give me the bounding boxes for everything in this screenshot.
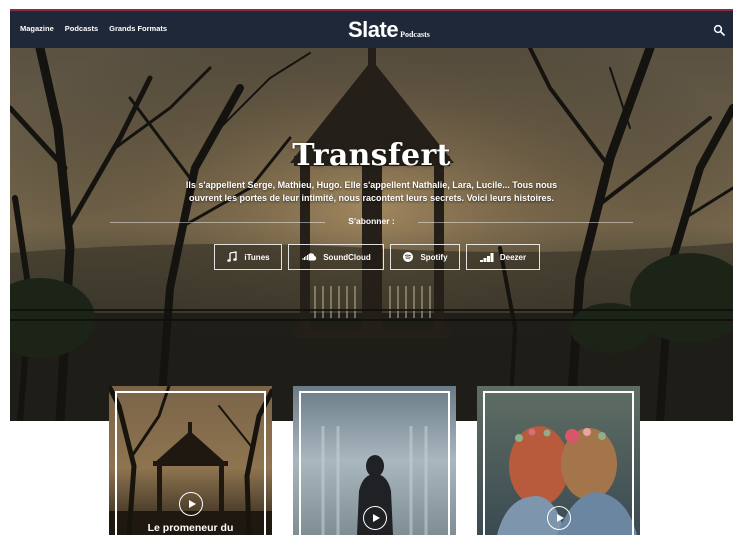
deezer-label: Deezer [499,252,527,262]
episode-card-2-play-button[interactable] [363,506,387,530]
itunes-label: iTunes [244,252,270,262]
hero-background-image [10,48,733,421]
deezer-icon [479,253,494,262]
soundcloud-button[interactable]: SoundCloud [288,244,384,270]
itunes-button[interactable]: iTunes [214,244,282,270]
top-navbar: Magazine Podcasts Grands Formats Slate P… [10,11,733,48]
hero-title: Transfert [292,138,451,173]
logo-main-text: Slate [348,17,399,42]
music-note-icon [227,251,238,262]
hero-description: Ils s'appellent Serge, Mathieu, Hugo. El… [160,179,583,205]
episode-card-3[interactable] [477,386,640,535]
search-icon [713,24,725,36]
logo-sub-text: Podcasts [400,30,430,39]
episode-card-2[interactable] [293,386,456,535]
nav-link-grands-formats[interactable]: Grands Formats [109,24,167,33]
main-nav: Magazine Podcasts Grands Formats [20,24,167,33]
slate-podcasts-logo[interactable]: Slate Podcasts [348,17,430,43]
episode-card-1-play-button[interactable] [179,492,203,516]
episode-card-1-title: Le promeneur du [147,522,234,534]
hero-description-line-1: Ils s'appellent Serge, Mathieu, Hugo. El… [185,180,558,190]
search-button[interactable] [713,23,725,36]
play-icon [188,500,196,508]
soundcloud-icon [302,253,317,261]
soundcloud-label: SoundCloud [323,252,371,262]
play-icon [372,514,380,522]
nav-link-podcasts[interactable]: Podcasts [65,24,98,33]
subscribe-label: S'abonner : [348,216,395,226]
hero-banner: Transfert Ils s'appellent Serge, Mathieu… [10,48,733,421]
nav-link-magazine[interactable]: Magazine [20,24,54,33]
spotify-label: Spotify [420,252,448,262]
subscribe-divider-right [418,222,633,223]
hero-description-line-2: ouvrent les portes de leur intimité, nou… [189,193,554,203]
episode-card-3-play-button[interactable] [547,506,571,530]
spotify-button[interactable]: Spotify [390,244,460,270]
subscribe-row: S'abonner : [110,216,633,230]
play-icon [556,514,564,522]
spotify-icon [403,252,414,262]
platform-buttons: iTunes SoundCloud Spotify Deezer [214,244,540,270]
episode-card-1[interactable]: Le promeneur du [109,386,272,535]
deezer-button[interactable]: Deezer [466,244,540,270]
